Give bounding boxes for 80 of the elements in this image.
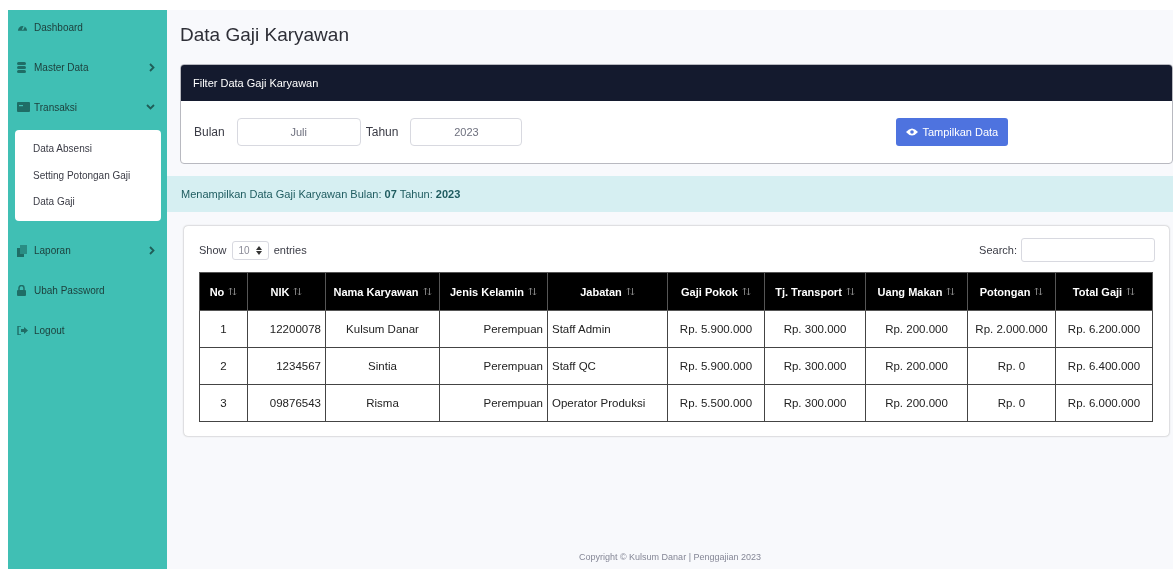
column-header[interactable]: No [199,272,248,311]
table-cell: Risma [325,384,440,422]
sort-icon [1126,287,1136,296]
table-cell: Staff QC [547,347,668,385]
database-icon [17,61,26,73]
table-cell: 2 [199,347,248,385]
table-cell: Rp. 6.400.000 [1055,347,1153,385]
filter-card-header: Filter Data Gaji Karyawan [181,65,1172,101]
table-cell: Perempuan [439,310,548,348]
year-label: Tahun [365,125,399,139]
column-header[interactable]: Nama Karyawan [325,272,440,311]
sidebar-item[interactable]: Master Data [8,57,167,77]
table-cell: Rp. 5.900.000 [667,310,765,348]
column-header[interactable]: NIK [247,272,326,311]
search-field[interactable] [1021,238,1155,262]
month-label: Bulan [194,125,225,139]
card-icon [17,102,30,112]
documents-icon [17,244,27,257]
column-header[interactable]: Total Gaji [1055,272,1153,311]
table-cell: Rp. 2.000.000 [967,310,1056,348]
table-cell: Sintia [325,347,440,385]
sort-icon [293,287,303,296]
column-header[interactable]: Tj. Transport [764,272,866,311]
lock-icon [17,285,26,296]
page-size-select[interactable]: 10 [231,240,269,260]
info-text: Menampilkan Data Gaji Karyawan Bulan: 07 Tahun: 2023 [181,188,461,200]
table-cell: 12200078 [247,310,326,348]
sidebar-item[interactable]: Dashboard [8,17,167,37]
table-cell: 1234567 [247,347,326,385]
sort-icon [845,287,855,296]
sidebar-item[interactable]: Laporan [8,240,167,261]
column-header[interactable]: Jenis Kelamin [439,272,548,311]
footer-text: Copyright © Kulsum Danar | Penggajian 2023 [578,552,762,562]
column-header[interactable]: Jabatan [547,272,668,311]
column-header[interactable]: Gaji Pokok [667,272,765,311]
sidebar-item[interactable]: Logout [8,320,167,341]
sort-icon [946,287,956,296]
entries-label: entries [273,244,307,256]
sort-icon [741,287,751,296]
table-cell: Rp. 300.000 [764,384,866,422]
page-title: Data Gaji Karyawan [180,24,350,47]
table-cell: Rp. 300.000 [764,310,866,348]
month-field[interactable]: Juli [236,118,361,146]
table-cell: 3 [199,384,248,422]
search-label: Search: [979,244,1017,256]
sidebar-item[interactable]: Ubah Password [8,280,167,301]
table-cell: Rp. 200.000 [865,310,968,348]
table-cell: Kulsum Danar [325,310,440,348]
sidebar-item[interactable]: Transaksi [8,97,167,117]
table-cell: Operator Produksi [547,384,668,422]
submenu-item[interactable]: Setting Potongan Gaji [15,162,161,189]
show-data-button[interactable]: Tampilkan Data [896,118,1009,146]
table-cell: Rp. 5.500.000 [667,384,765,422]
sort-icon [1034,287,1044,296]
logout-icon [17,326,28,335]
show-label: Show [199,244,227,256]
sort-icon [528,287,537,296]
submenu-item[interactable]: Data Absensi [15,136,161,163]
table-cell: Rp. 6.000.000 [1055,384,1153,422]
sort-icon [422,287,432,296]
table-cell: 09876543 [247,384,326,422]
table-cell: Rp. 5.900.000 [667,347,765,385]
submenu-item[interactable]: Data Gaji [15,189,161,216]
updown-arrows-icon [255,245,262,255]
table-cell: Rp. 6.200.000 [1055,310,1153,348]
table-cell: Rp. 0 [967,347,1056,385]
table-cell: Rp. 200.000 [865,347,968,385]
table-cell: Perempuan [439,347,548,385]
table-cell: 1 [199,310,248,348]
table-cell: Rp. 0 [967,384,1056,422]
table-cell: Perempuan [439,384,548,422]
eye-icon [906,128,919,136]
sort-icon [625,287,635,296]
column-header[interactable]: Potongan [967,272,1056,311]
table-cell: Rp. 200.000 [865,384,968,422]
sort-icon [228,287,238,296]
year-field[interactable]: 2023 [410,118,523,146]
table-cell: Staff Admin [547,310,668,348]
table-cell: Rp. 300.000 [764,347,866,385]
column-header[interactable]: Uang Makan [865,272,968,311]
